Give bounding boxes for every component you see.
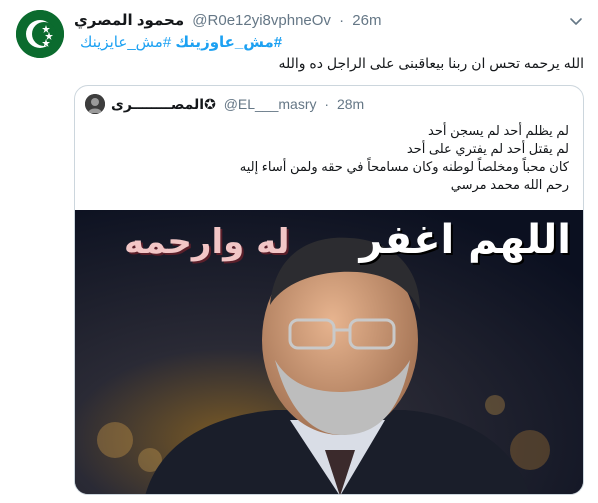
tweet-text: الله يرحمه تحس ان ربنا بيعاقبنى على الرا… bbox=[278, 55, 584, 71]
tweet-header: محمود المصري @R0e12yi8vphneOv · 26m bbox=[74, 11, 558, 31]
quoted-line: رحم الله محمد مرسي bbox=[450, 177, 569, 192]
quoted-line: لم يظلم أحد لم يسجن أحد bbox=[428, 123, 569, 138]
quoted-header: المصــــــــرى✪ @EL___masry · 28m bbox=[111, 95, 364, 113]
quoted-timestamp[interactable]: 28m bbox=[337, 96, 364, 112]
separator-dot: · bbox=[339, 12, 345, 29]
quoted-line: لم يقتل أحد لم يفتري على أحد bbox=[406, 141, 569, 156]
user-avatar-icon bbox=[85, 94, 105, 114]
quoted-tweet[interactable]: المصــــــــرى✪ @EL___masry · 28m لم يظل… bbox=[74, 85, 584, 495]
quoted-author-avatar[interactable] bbox=[85, 94, 105, 114]
image-caption: اللهم اغفر له وارحمه bbox=[124, 216, 571, 266]
image-caption-line-1: اللهم اغفر bbox=[359, 217, 571, 263]
tweet-timestamp[interactable]: 26m bbox=[352, 12, 381, 29]
quoted-author-name[interactable]: المصــــــــرى✪ bbox=[111, 96, 216, 112]
tweet-hashtags: #مش_عاوزينك #مش_عايزينك bbox=[74, 34, 584, 52]
quoted-text: لم يظلم أحد لم يسجن أحد لم يقتل أحد لم ي… bbox=[85, 122, 569, 194]
tweet[interactable]: محمود المصري @R0e12yi8vphneOv · 26m #مش_… bbox=[0, 0, 598, 503]
author-name[interactable]: محمود المصري bbox=[74, 12, 184, 29]
quoted-author-handle[interactable]: @EL___masry bbox=[224, 96, 317, 112]
quoted-separator-dot: · bbox=[324, 96, 330, 112]
author-handle[interactable]: @R0e12yi8vphneOv bbox=[192, 12, 331, 29]
hashtag-link-primary[interactable]: #مش_عاوزينك bbox=[175, 34, 282, 51]
hashtag-link-secondary[interactable]: #مش_عايزينك bbox=[80, 34, 171, 51]
author-avatar[interactable] bbox=[16, 10, 64, 58]
quoted-image[interactable]: اللهم اغفر له وارحمه bbox=[75, 210, 583, 494]
chevron-down-icon[interactable] bbox=[568, 13, 584, 29]
quoted-line: كان محباً ومخلصاً لوطنه وكان مسامحاً في … bbox=[239, 159, 569, 174]
image-caption-line-2: له وارحمه bbox=[124, 222, 290, 262]
crescent-stars-icon bbox=[16, 10, 64, 58]
